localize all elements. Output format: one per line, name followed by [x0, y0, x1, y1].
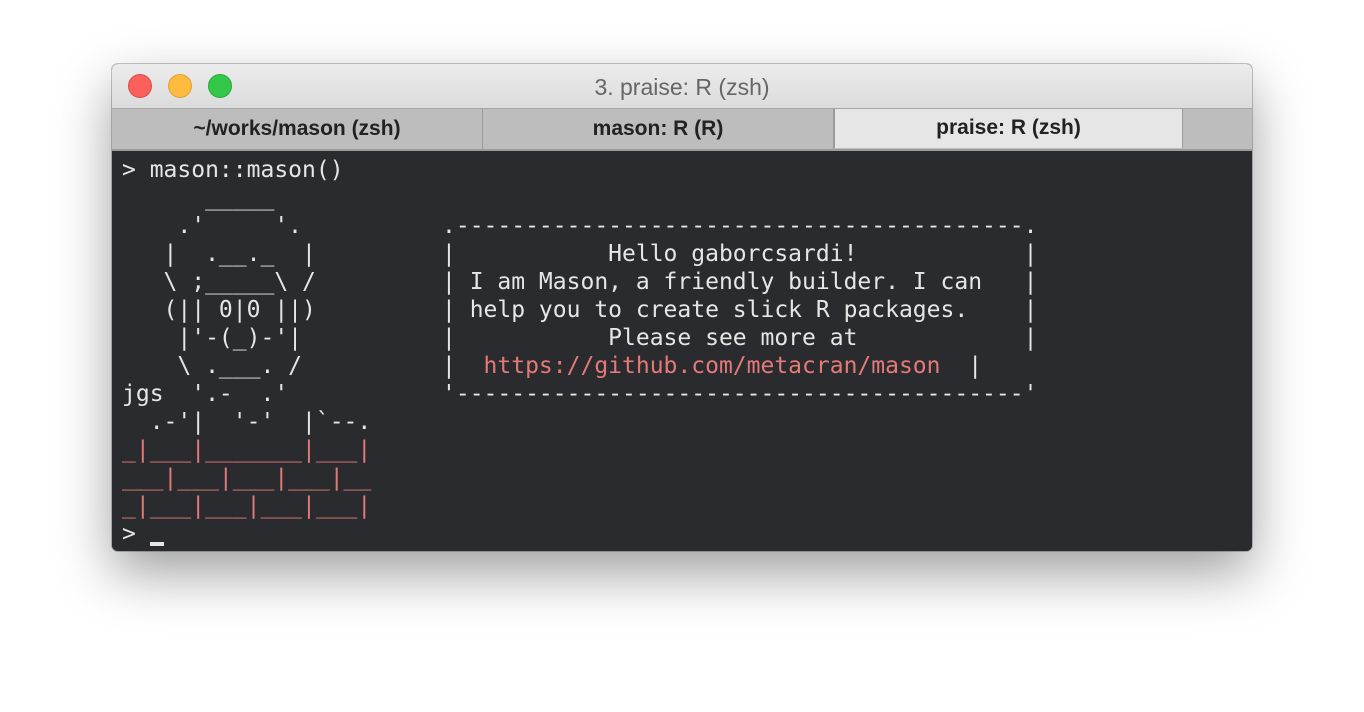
brick-wall-line: _|___|___|___|___|	[122, 493, 372, 519]
ascii-art-line: _____	[122, 185, 275, 211]
text-cursor	[150, 542, 164, 546]
ascii-art-line: jgs '.- .'	[122, 381, 289, 407]
ascii-art-line: |'-(_)-'|	[122, 325, 303, 351]
prompt: >	[122, 521, 150, 547]
brick-wall-line: _|___|_______|___|	[122, 437, 372, 463]
message-line: | help you to create slick R packages. |	[442, 297, 1038, 323]
ascii-art-line: (|| 0|0 ||)	[122, 297, 316, 323]
ascii-art-line: .-'| '-' |`--.	[122, 409, 372, 435]
message-greeting: | Hello gaborcsardi! |	[442, 241, 1038, 267]
brick-wall-line: ___|___|___|___|__	[122, 465, 372, 491]
message-line: | Please see more at |	[442, 325, 1038, 351]
tab-bar: ~/works/mason (zsh) mason: R (R) praise:…	[112, 108, 1252, 151]
title-bar[interactable]: 3. praise: R (zsh)	[112, 64, 1252, 108]
window-title: 3. praise: R (zsh)	[594, 74, 770, 100]
ascii-art-line: | .__._ |	[122, 241, 316, 267]
message-box-bottom: '---------------------------------------…	[442, 381, 1038, 407]
box-border-left: |	[442, 353, 484, 379]
tab-praise-r[interactable]: praise: R (zsh)	[834, 109, 1183, 148]
tab-mason-r[interactable]: mason: R (R)	[483, 109, 834, 150]
box-border-right: |	[940, 353, 983, 379]
message-line: | I am Mason, a friendly builder. I can …	[442, 269, 1038, 295]
terminal-output[interactable]: > mason::mason() _____ .' '. | .__._ | \…	[112, 151, 1252, 551]
ascii-art-line: \ ;_____\ /	[122, 269, 316, 295]
message-box-top: .---------------------------------------…	[442, 213, 1038, 239]
ascii-art-line: .' '.	[122, 213, 303, 239]
ascii-art-line: \ .___. /	[122, 353, 303, 379]
command-line: > mason::mason()	[122, 157, 344, 183]
tab-works-mason[interactable]: ~/works/mason (zsh)	[112, 109, 483, 150]
message-link-line: | https://github.com/metacran/mason |	[442, 352, 982, 380]
github-link[interactable]: https://github.com/metacran/mason	[484, 353, 941, 379]
terminal-window: 3. praise: R (zsh) ~/works/mason (zsh) m…	[112, 64, 1252, 551]
